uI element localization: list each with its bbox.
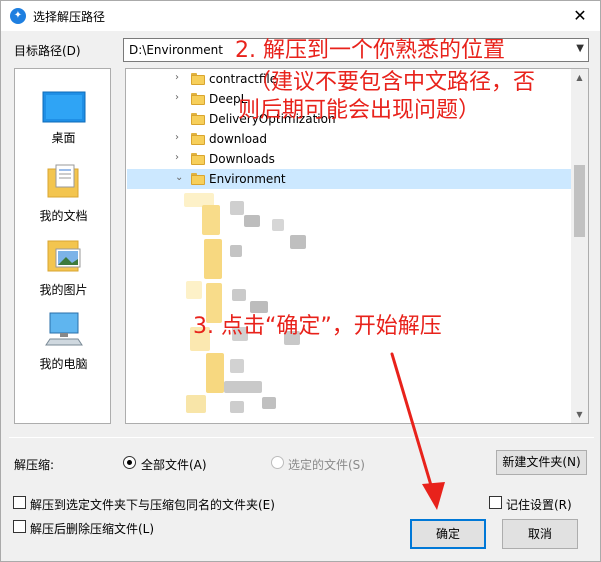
red-arrow-icon [390,352,445,510]
